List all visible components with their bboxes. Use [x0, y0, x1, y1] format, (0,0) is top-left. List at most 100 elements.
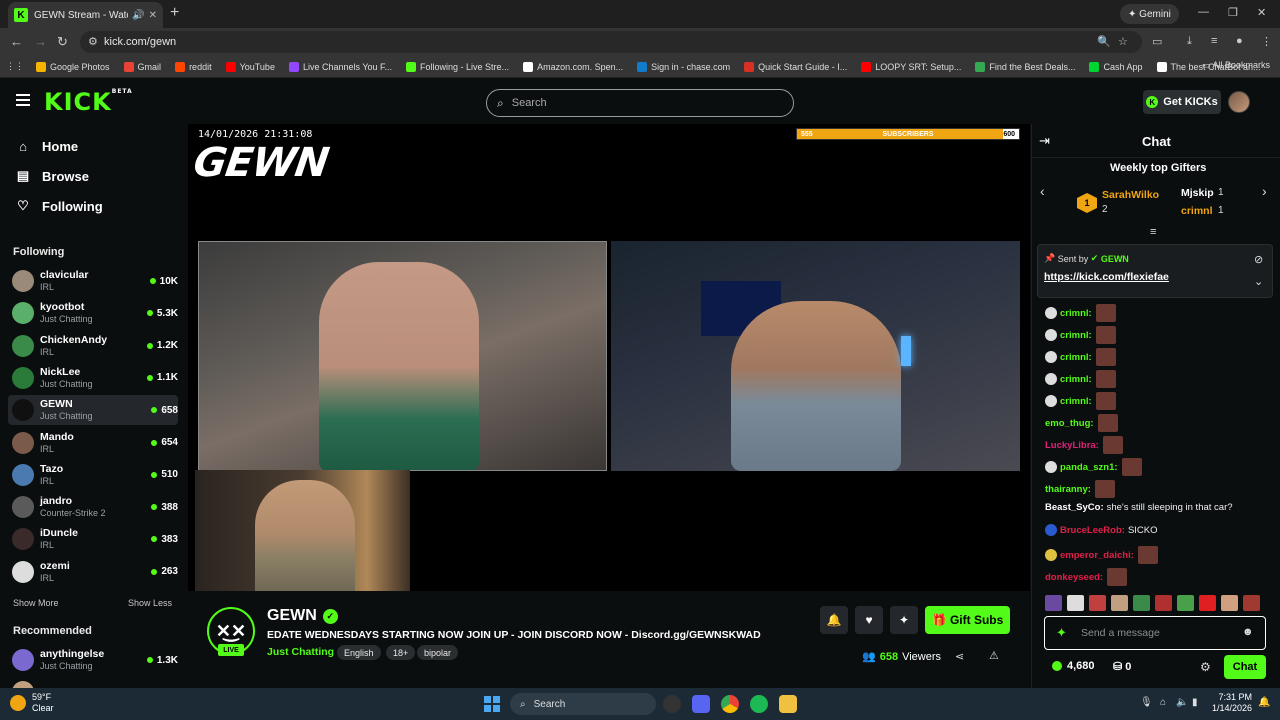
forward-icon[interactable]: →	[34, 34, 47, 49]
sidebar-channel[interactable]: anythingelse Just Chatting 1.3K	[8, 645, 178, 675]
bookmark-item[interactable]: Google Photos	[36, 61, 110, 72]
chat-username[interactable]: LuckyLibra:	[1045, 440, 1099, 451]
bookmark-item[interactable]: Find the Best Deals...	[975, 61, 1075, 72]
minimize-icon[interactable]: —	[1198, 6, 1209, 18]
taskbar-search[interactable]: ⌕ Search	[510, 693, 656, 715]
show-less-link[interactable]: Show Less	[128, 598, 172, 608]
chevron-left-icon[interactable]: ‹	[1040, 183, 1045, 199]
bookmark-item[interactable]: LOOPY SRT: Setup...	[861, 61, 961, 72]
bookmark-item[interactable]: Sign in - chase.com	[637, 61, 730, 72]
search-input[interactable]: ⌕ Search	[486, 89, 794, 117]
sidebar-channel[interactable]: jandro Counter-Strike 2 388	[8, 492, 178, 522]
volume-icon[interactable]: 🔈	[1176, 697, 1188, 708]
address-bar[interactable]: kick.com/gewn	[80, 31, 1142, 53]
report-icon[interactable]: ⚠	[989, 649, 999, 662]
follow-heart-icon[interactable]: ♥	[855, 606, 883, 634]
sidebar-channel[interactable]: clavicular IRL 10K	[8, 266, 178, 296]
emote-icon[interactable]	[1133, 595, 1150, 611]
chat-username[interactable]: crimnl:	[1060, 374, 1092, 385]
gifter-name[interactable]: Mjskip	[1181, 187, 1214, 199]
collapse-chat-icon[interactable]: ⇥	[1039, 133, 1050, 149]
emote-icon[interactable]	[1155, 595, 1172, 611]
reload-icon[interactable]: ↻	[57, 34, 68, 50]
chat-username[interactable]: emperor_daichi:	[1060, 550, 1134, 561]
bookmark-item[interactable]: Live Channels You F...	[288, 61, 392, 72]
bookmark-item[interactable]: Gmail	[123, 61, 161, 72]
sidebar-channel[interactable]: ozemi IRL 263	[8, 557, 178, 587]
chat-username[interactable]: crimnl:	[1060, 396, 1092, 407]
tag-chip[interactable]: bipolar	[417, 645, 459, 660]
spotify-icon[interactable]	[750, 695, 768, 713]
kick-sparkle-icon[interactable]: ✦	[1056, 625, 1067, 641]
bookmark-item[interactable]: YouTube	[225, 61, 275, 72]
emote-icon[interactable]	[1111, 595, 1128, 611]
browser-tab[interactable]: K GEWN Stream - Watch Live 🔊 ✕	[8, 2, 163, 28]
stream-category-link[interactable]: Just Chatting	[267, 646, 334, 658]
apps-icon[interactable]: ⋮⋮	[6, 61, 24, 72]
show-more-link[interactable]: Show More	[13, 598, 59, 608]
close-tab-icon[interactable]: ✕	[149, 10, 157, 21]
nav-browse[interactable]: ▤ Browse	[14, 168, 89, 184]
chat-username[interactable]: Beast_SyCo:	[1045, 502, 1104, 513]
chat-username[interactable]: donkeyseed:	[1045, 572, 1103, 583]
all-bookmarks-button[interactable]: ▭ All Bookmarks	[1202, 60, 1270, 71]
sidebar-channel[interactable]: kyootbot Just Chatting 5.3K	[8, 298, 178, 328]
emote-icon[interactable]	[1221, 595, 1238, 611]
close-window-icon[interactable]: ✕	[1257, 6, 1266, 19]
sparkle-action-icon[interactable]: ✦	[890, 606, 918, 634]
bookmark-star-icon[interactable]: ☆	[1118, 35, 1128, 48]
file-explorer-icon[interactable]	[779, 695, 797, 713]
emote-icon[interactable]	[1177, 595, 1194, 611]
tag-chip[interactable]: 18+	[386, 645, 416, 660]
kick-logo[interactable]: KICKBETA	[44, 88, 133, 116]
gifter-name[interactable]: SarahWilko	[1102, 189, 1159, 201]
chevron-down-icon[interactable]: ⌄	[1254, 275, 1263, 288]
gemini-button[interactable]: ✦ Gemini	[1120, 4, 1179, 24]
pinned-link[interactable]: https://kick.com/flexiefae	[1044, 271, 1169, 283]
tag-chip[interactable]: English	[337, 645, 381, 660]
hamburger-menu-icon[interactable]	[16, 94, 30, 106]
new-tab-icon[interactable]: +	[170, 4, 179, 22]
gifter-name[interactable]: crimnl	[1181, 205, 1213, 217]
chrome-icon[interactable]	[721, 695, 739, 713]
share-icon[interactable]: ⋖	[955, 650, 964, 663]
sidebar-channel[interactable]: ChickenAndy IRL 1.2K	[8, 331, 178, 361]
pinned-user[interactable]: GEWN	[1101, 254, 1129, 264]
filter-icon[interactable]: ≡	[1150, 226, 1156, 238]
kicks-balance[interactable]: 4,680	[1052, 660, 1095, 672]
weather-widget[interactable]: 59°F Clear	[10, 692, 54, 714]
chat-username[interactable]: crimnl:	[1060, 352, 1092, 363]
network-icon[interactable]: ⌂	[1160, 697, 1166, 708]
emote-icon[interactable]	[1045, 595, 1062, 611]
site-info-icon[interactable]: ⚙	[88, 35, 98, 48]
mic-icon[interactable]: 🎙	[1140, 697, 1153, 708]
emote-icon[interactable]	[1089, 595, 1106, 611]
notification-icon[interactable]: 🔔	[1258, 697, 1270, 708]
sidebar-channel[interactable]: Mando IRL 654	[8, 428, 178, 458]
windows-start-icon[interactable]	[484, 696, 500, 712]
chat-username[interactable]: emo_thug:	[1045, 418, 1094, 429]
chat-username[interactable]: crimnl:	[1060, 308, 1092, 319]
sidebar-channel[interactable]: iDuncle IRL 383	[8, 524, 178, 554]
nav-home[interactable]: ⌂ Home	[14, 139, 78, 154]
emote-icon[interactable]	[1067, 595, 1084, 611]
emote-icon[interactable]	[1199, 595, 1216, 611]
chest-count[interactable]: ⛁ 0	[1113, 660, 1131, 673]
emoji-picker-icon[interactable]: ☻	[1242, 626, 1254, 638]
chat-message-input[interactable]: Send a message	[1044, 616, 1266, 650]
cast-icon[interactable]: ▭	[1152, 35, 1162, 48]
bookmark-item[interactable]: Quick Start Guide - I...	[744, 61, 847, 72]
chevron-right-icon[interactable]: ›	[1262, 183, 1267, 199]
emote-icon[interactable]	[1243, 595, 1260, 611]
bookmark-item[interactable]: Cash App	[1089, 61, 1143, 72]
audio-icon[interactable]: 🔊	[132, 10, 144, 21]
bookmark-item[interactable]: Amazon.com. Spen...	[523, 61, 623, 72]
chat-username[interactable]: BruceLeeRob:	[1060, 525, 1125, 536]
chat-username[interactable]: panda_szn1:	[1060, 462, 1118, 473]
menu-icon[interactable]: ⋮	[1261, 35, 1272, 48]
send-chat-button[interactable]: Chat	[1224, 655, 1266, 679]
battery-icon[interactable]: ▮	[1192, 697, 1198, 708]
app-icon[interactable]	[663, 695, 681, 713]
chat-username[interactable]: crimnl:	[1060, 330, 1092, 341]
gift-subs-button[interactable]: 🎁 Gift Subs	[925, 606, 1010, 634]
